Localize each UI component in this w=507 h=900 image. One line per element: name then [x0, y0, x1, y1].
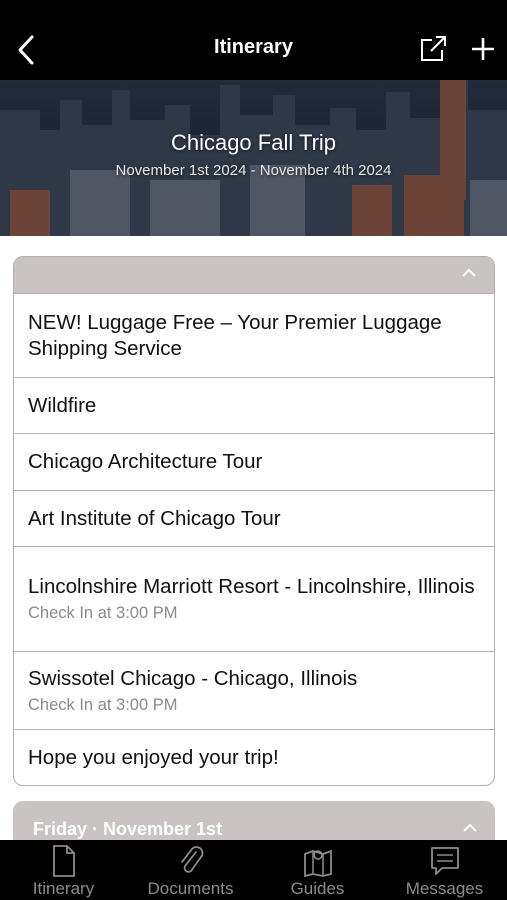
trip-banner: Chicago Fall Trip November 1st 2024 - No…	[0, 80, 507, 236]
bottom-tab-bar: Itinerary Documents Guides Messages	[0, 840, 507, 900]
tab-messages[interactable]: Messages	[381, 840, 507, 900]
section-header[interactable]	[14, 257, 494, 293]
list-item[interactable]: NEW! Luggage Free – Your Premier Luggage…	[14, 293, 494, 377]
list-item[interactable]: Art Institute of Chicago Tour	[14, 490, 494, 546]
item-subtitle: Check In at 3:00 PM	[28, 604, 178, 622]
tab-documents[interactable]: Documents	[127, 840, 254, 900]
document-icon	[52, 845, 75, 877]
trip-dates: November 1st 2024 - November 4th 2024	[115, 162, 392, 179]
tab-label: Messages	[405, 879, 484, 898]
list-item[interactable]: Wildfire	[14, 377, 494, 433]
item-title: Hope you enjoyed your trip!	[28, 745, 279, 769]
item-title: NEW! Luggage Free – Your Premier Luggage…	[28, 310, 442, 360]
list-item[interactable]: Swissotel Chicago - Chicago, Illinois Ch…	[14, 651, 494, 729]
message-icon	[430, 847, 459, 875]
top-nav-bar: Itinerary	[0, 0, 507, 80]
list-item[interactable]: Chicago Architecture Tour	[14, 433, 494, 490]
day-label: Friday · November 1st	[33, 819, 223, 839]
item-title: Wildfire	[28, 393, 97, 417]
tab-label: Itinerary	[32, 879, 95, 898]
list-item[interactable]: Lincolnshire Marriott Resort - Lincolnsh…	[14, 546, 494, 651]
paperclip-icon	[180, 846, 203, 873]
list-item[interactable]: Hope you enjoyed your trip!	[14, 729, 494, 785]
tab-guides[interactable]: Guides	[254, 840, 381, 900]
chevron-up-icon[interactable]	[462, 268, 476, 278]
chevron-up-icon[interactable]	[463, 823, 477, 833]
trip-title: Chicago Fall Trip	[170, 130, 337, 155]
map-icon	[303, 849, 332, 878]
itinerary-section: NEW! Luggage Free – Your Premier Luggage…	[13, 256, 495, 786]
item-title: Art Institute of Chicago Tour	[28, 506, 281, 530]
plus-icon[interactable]	[470, 36, 496, 62]
tab-label: Documents	[147, 879, 234, 898]
city-skyline-image	[0, 80, 507, 236]
item-title: Chicago Architecture Tour	[28, 450, 263, 473]
tab-itinerary[interactable]: Itinerary	[0, 840, 127, 900]
tab-label: Guides	[290, 879, 345, 898]
item-subtitle: Check In at 3:00 PM	[28, 695, 178, 714]
item-title: Lincolnshire Marriott Resort - Lincolnsh…	[28, 575, 475, 598]
external-link-icon[interactable]	[418, 34, 448, 64]
item-title: Swissotel Chicago - Chicago, Illinois	[28, 666, 358, 690]
